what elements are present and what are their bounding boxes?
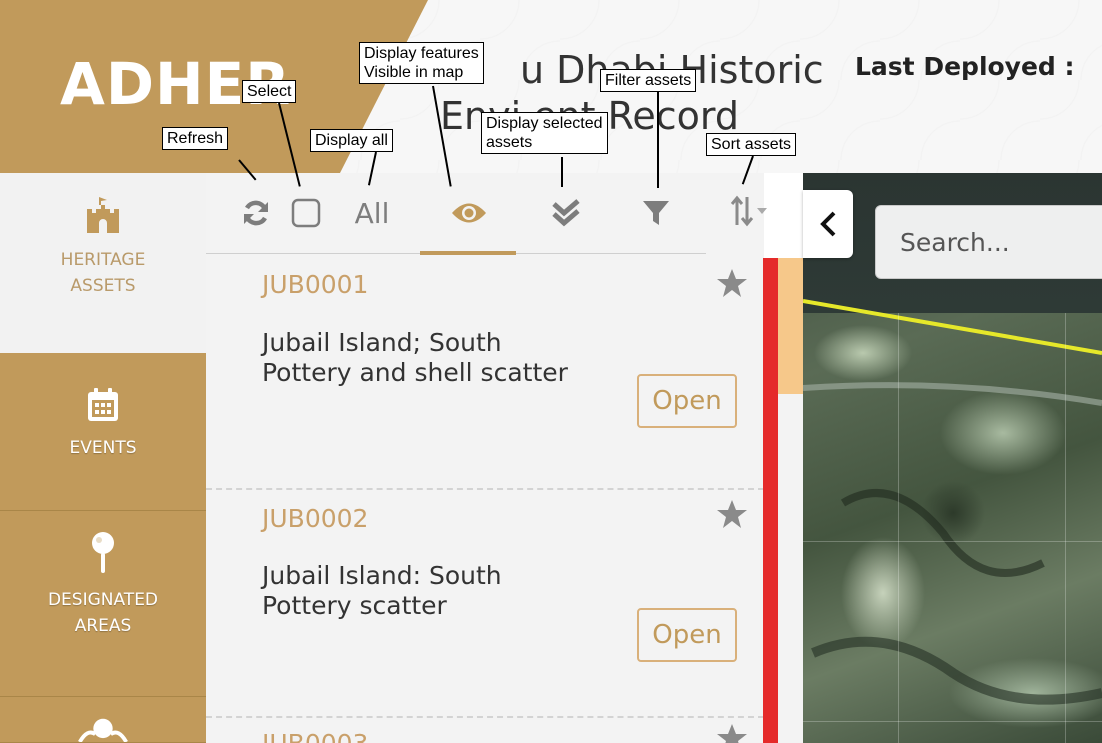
star-icon[interactable] [716, 723, 748, 743]
sidebar-item-more[interactable] [0, 697, 206, 743]
checkbox-icon [291, 198, 321, 228]
collapse-panel-button[interactable] [803, 190, 853, 258]
last-deployed-label: Last Deployed : [855, 52, 1075, 81]
list-divider [206, 488, 764, 490]
asset-id[interactable]: JUB0001 [262, 270, 368, 299]
callout-display-all: Display all [310, 129, 393, 152]
refresh-icon [244, 200, 268, 226]
list-divider [206, 716, 764, 718]
globe-icon [78, 718, 128, 742]
callout-display-visible: Display features Visible in map [359, 42, 484, 84]
list-item[interactable]: JUB0003 [206, 719, 764, 743]
callout-filter: Filter assets [600, 69, 697, 92]
sidebar-nav: HERITAGE ASSETS EVENTS DESIGNATED AREAS [0, 173, 206, 743]
sidebar-item-events[interactable]: EVENTS [0, 353, 206, 511]
star-icon[interactable] [716, 499, 748, 529]
castle-icon [87, 197, 119, 233]
sidebar-item-label-line1: DESIGNATED [47, 590, 159, 610]
asset-description-line1: Jubail Island; South [262, 328, 502, 357]
list-scrollbar[interactable] [778, 258, 804, 743]
calendar-icon [88, 388, 118, 421]
open-button[interactable]: Open [637, 608, 737, 662]
caret-down-icon [756, 208, 767, 214]
sidebar-item-label-line2: ASSETS [70, 276, 136, 296]
map-gridline [898, 313, 899, 743]
sidebar-item-label: EVENTS [69, 435, 136, 461]
callout-select: Select [242, 80, 297, 103]
list-item[interactable]: JUB0002 Jubail Island: South Pottery sca… [206, 491, 764, 716]
filter-button[interactable] [636, 193, 676, 233]
callout-leader [561, 157, 563, 187]
callout-display-selected: Display selected assets [481, 112, 608, 154]
list-item[interactable]: JUB0001 Jubail Island; South Pottery and… [206, 258, 764, 488]
callout-refresh: Refresh [162, 127, 229, 150]
callout-text-line1: Display features [364, 45, 479, 62]
map-search-input[interactable] [875, 205, 1102, 279]
sidebar-item-label-line1: HERITAGE [60, 250, 146, 270]
asset-toolbar: All [206, 173, 767, 255]
callout-leader [657, 92, 659, 188]
map-gridline [803, 721, 1102, 722]
display-selected-button[interactable] [546, 193, 586, 233]
double-check-icon [552, 199, 580, 227]
asset-list-panel: All JUB0001 Jubail Island; South Pottery… [206, 173, 804, 743]
sidebar-item-heritage-assets[interactable]: HERITAGE ASSETS [0, 173, 206, 353]
sidebar-item-label-line1: EVENTS [69, 438, 137, 458]
map-gridline [1065, 313, 1066, 743]
sort-icon [730, 195, 753, 227]
sort-button[interactable] [728, 191, 768, 231]
callout-text-line2: Visible in map [364, 64, 464, 81]
asset-description-line2: Pottery scatter [262, 591, 447, 620]
eye-icon [452, 203, 486, 223]
sidebar-item-label: DESIGNATED AREAS [48, 587, 158, 639]
asset-id[interactable]: JUB0002 [262, 504, 368, 533]
sidebar-item-label: HERITAGE ASSETS [61, 247, 146, 299]
callout-text-line2: assets [486, 134, 533, 151]
sidebar-item-designated-areas[interactable]: DESIGNATED AREAS [0, 511, 206, 697]
refresh-button[interactable] [236, 193, 276, 233]
asset-description-line2: Pottery and shell scatter [262, 358, 568, 387]
chevron-left-icon [820, 211, 836, 237]
sidebar-item-label-line2: AREAS [74, 616, 132, 636]
asset-description: Jubail Island; South Pottery and shell s… [262, 328, 632, 388]
callout-text-line1: Display selected [486, 115, 603, 132]
open-button[interactable]: Open [637, 374, 737, 428]
asset-description: Jubail Island: South Pottery scatter [262, 561, 632, 621]
map-pin-icon [92, 532, 114, 573]
asset-description-line1: Jubail Island: South [262, 561, 502, 590]
display-visible-button[interactable] [446, 193, 492, 233]
filter-icon [643, 201, 669, 225]
display-all-button[interactable]: All [346, 191, 398, 235]
asset-id[interactable]: JUB0003 [262, 729, 368, 743]
callout-sort: Sort assets [706, 133, 797, 156]
select-all-checkbox[interactable] [288, 193, 324, 233]
selection-indicator-bar [763, 258, 778, 743]
map-gridline [803, 541, 1102, 542]
active-view-indicator [420, 251, 516, 255]
star-icon[interactable] [716, 268, 748, 298]
scrollbar-thumb[interactable] [778, 258, 804, 394]
